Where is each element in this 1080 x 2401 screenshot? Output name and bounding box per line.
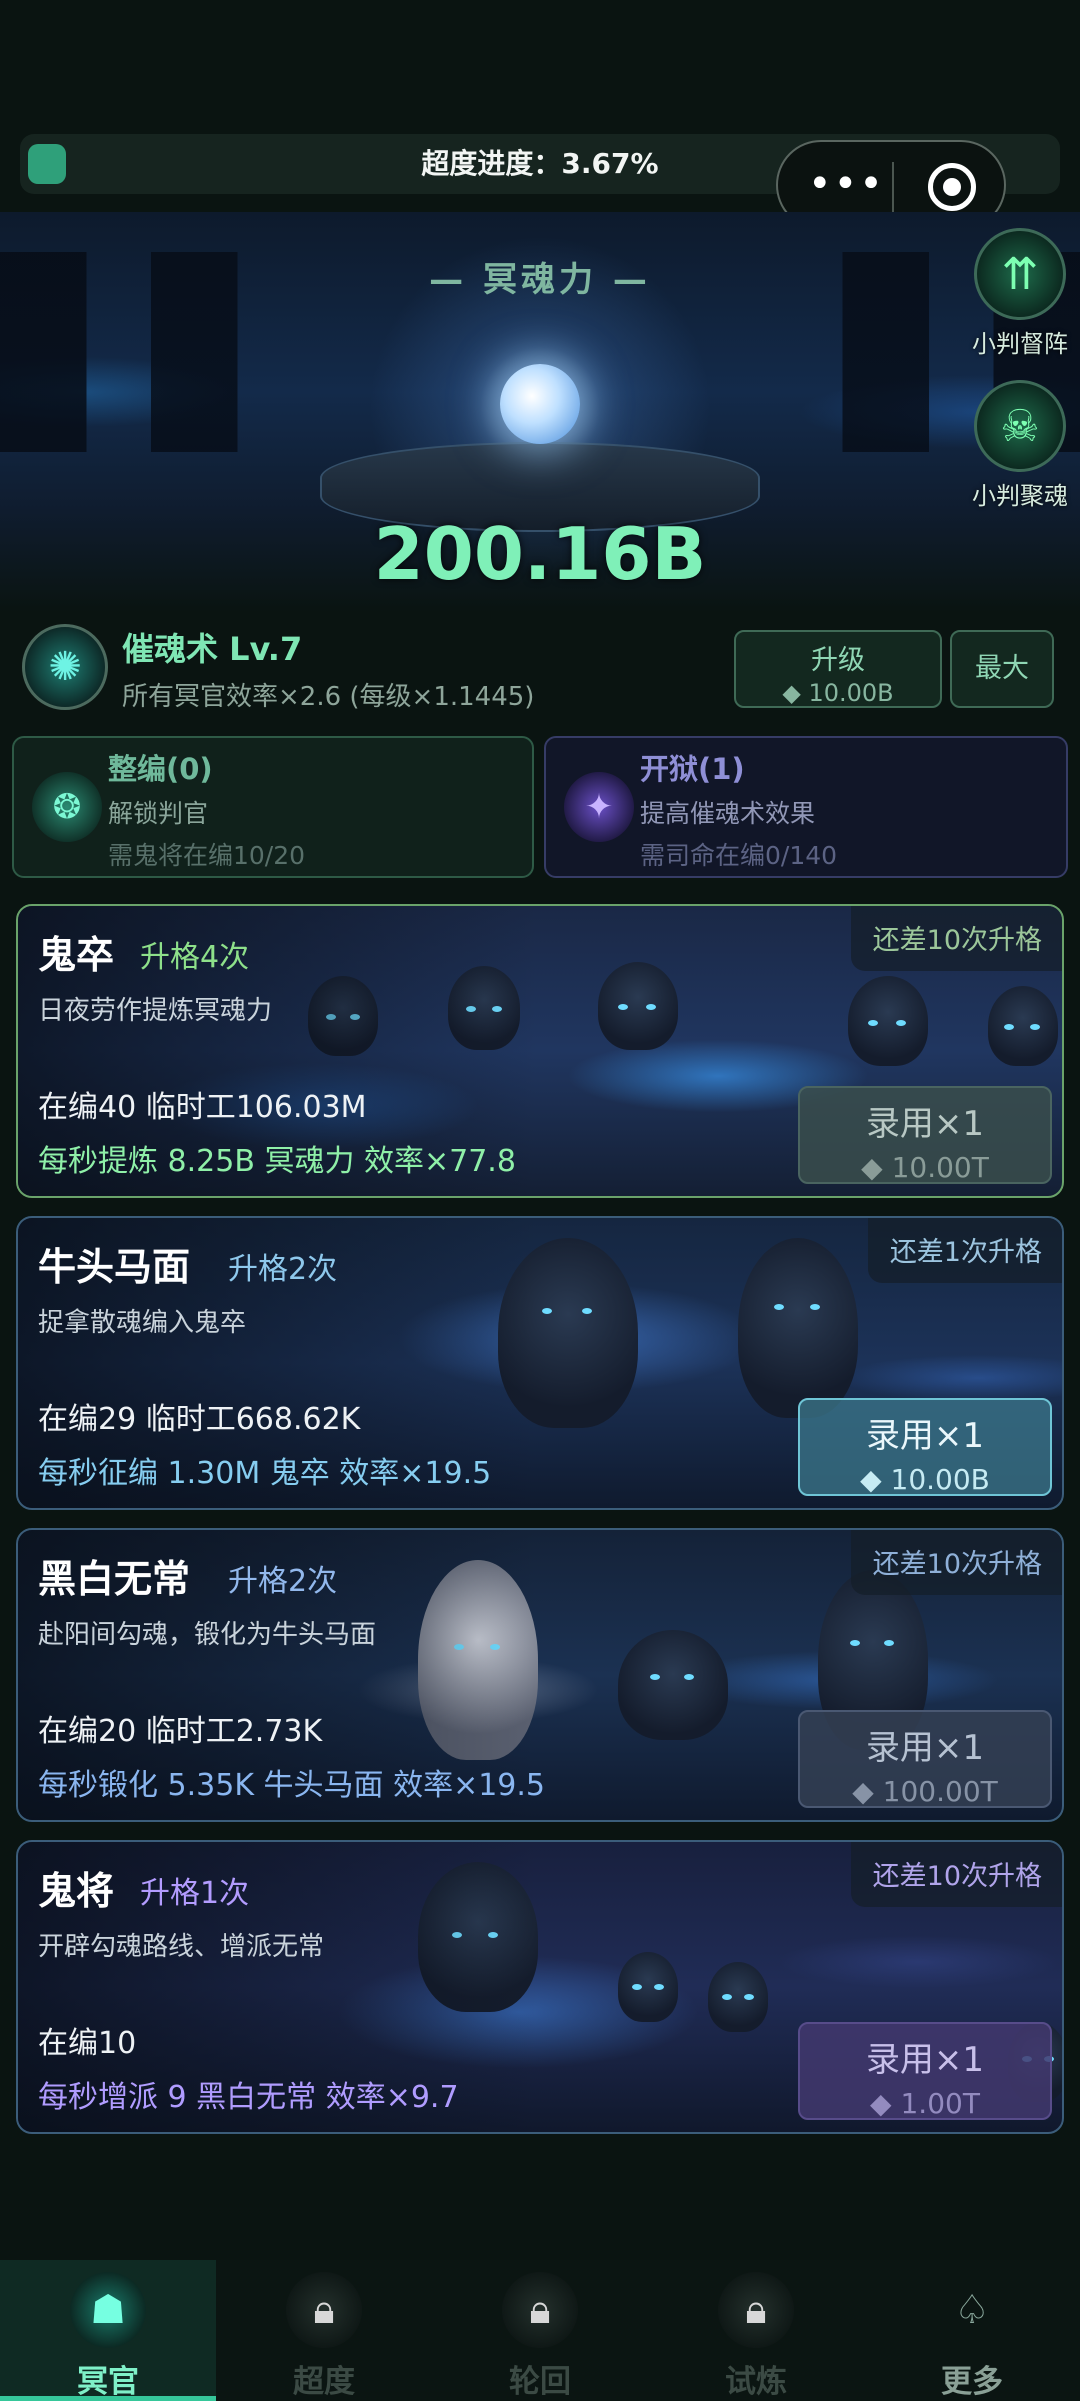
- unit-card-ghost-general: 鬼将 升格1次 还差10次升格 开辟勾魂路线、增派无常 在编10 每秒增派 9 …: [16, 1840, 1064, 2134]
- record-icon[interactable]: [928, 163, 976, 211]
- unit-card-black-white: 黑白无常 升格2次 还差10次升格 赴阳间勾魂，锻化为牛头马面 在编20 临时工…: [16, 1528, 1064, 1822]
- unit-rank: 升格1次: [140, 1876, 250, 1911]
- capsule-divider: [892, 162, 894, 212]
- skill-icon: ✺: [22, 624, 108, 710]
- nav-tab-salvation[interactable]: 🔒︎ 超度: [216, 2260, 432, 2401]
- unit-count: 在编29 临时工668.62K: [38, 1402, 361, 1437]
- nav-label: 更多: [941, 2364, 1003, 2400]
- hire-button[interactable]: 录用×1 ◆ 100.00T: [798, 1710, 1052, 1808]
- unit-upgrade-need: 还差1次升格: [867, 1218, 1062, 1283]
- hero-banner: — 冥魂力 — 200.16B: [0, 212, 1080, 612]
- unit-upgrade-need: 还差10次升格: [850, 906, 1062, 971]
- side-button-label: 小判督阵: [972, 330, 1068, 358]
- unit-count: 在编20 临时工2.73K: [38, 1714, 323, 1749]
- ghost-figure: [598, 962, 678, 1050]
- ghost-figure: [708, 1962, 768, 2032]
- lock-icon: 🔒︎: [286, 2272, 362, 2348]
- nav-tab-reincarnation[interactable]: 🔒︎ 轮回: [432, 2260, 648, 2401]
- panel-title: 整编(0): [108, 752, 213, 786]
- skull-icon: ☠: [974, 380, 1066, 472]
- unit-name: 牛头马面: [38, 1245, 191, 1289]
- unit-description: 开辟勾魂路线、增派无常: [38, 1932, 325, 1962]
- upgrade-cost: ◆ 10.00B: [782, 679, 894, 707]
- hire-label: 录用×1: [865, 1104, 985, 1144]
- beast-figure: [618, 1630, 728, 1740]
- unit-rank: 升格2次: [228, 1252, 338, 1287]
- ghost-figure: [618, 1952, 678, 2022]
- horse-face-figure: [738, 1238, 858, 1418]
- skill-max-button[interactable]: 最大: [950, 630, 1054, 708]
- panel-line1: 提高催魂术效果: [640, 799, 816, 828]
- prison-icon: ✦: [564, 772, 634, 842]
- unit-name: 黑白无常: [38, 1557, 191, 1601]
- hire-button[interactable]: 录用×1 ◆ 10.00T: [798, 1086, 1052, 1184]
- unit-production: 每秒提炼 8.25B 冥魂力 效率×77.8: [38, 1144, 516, 1179]
- unit-upgrade-need: 还差10次升格: [850, 1530, 1062, 1595]
- nav-label: 冥官: [77, 2364, 139, 2400]
- unit-rank: 升格2次: [228, 1564, 338, 1599]
- resource-title: — 冥魂力 —: [429, 260, 651, 300]
- panel-title: 开狱(1): [640, 752, 745, 786]
- unit-card-ghost-soldier: 鬼卒 升格4次 还差10次升格 日夜劳作提炼冥魂力 在编40 临时工106.03…: [16, 904, 1064, 1198]
- side-button-gather[interactable]: ☠ 小判聚魂: [970, 380, 1070, 511]
- resource-value: 200.16B: [373, 512, 707, 596]
- unit-description: 赴阳间勾魂，锻化为牛头马面: [38, 1620, 377, 1650]
- panel-open-prison[interactable]: ✦ 开狱(1) 提高催魂术效果 需司命在编0/140: [544, 736, 1068, 878]
- more-dots-icon[interactable]: •••: [808, 164, 885, 204]
- hire-button[interactable]: 录用×1 ◆ 10.00B: [798, 1398, 1052, 1496]
- nav-tab-trial[interactable]: 🔒︎ 试炼: [648, 2260, 864, 2401]
- skill-name: 催魂术 Lv.7: [122, 630, 303, 668]
- side-button-label: 小判聚魂: [972, 482, 1068, 510]
- nav-label: 轮回: [509, 2364, 571, 2400]
- nav-tab-officials[interactable]: ☗ 冥官: [0, 2260, 216, 2401]
- panel-line2: 需鬼将在编10/20: [108, 841, 306, 870]
- panel-line2: 需司命在编0/140: [640, 841, 838, 870]
- hire-cost: ◆ 100.00T: [852, 1775, 998, 1808]
- unit-count: 在编40 临时工106.03M: [38, 1090, 367, 1125]
- hire-cost: ◆ 10.00T: [861, 1151, 989, 1184]
- hire-cost: ◆ 1.00T: [870, 2087, 980, 2120]
- lock-icon: 🔒︎: [718, 2272, 794, 2348]
- unit-rank: 升格4次: [140, 940, 250, 975]
- reorganize-icon: ❂: [32, 772, 102, 842]
- panel-line1: 解锁判官: [108, 799, 209, 828]
- unit-name: 鬼将: [38, 1869, 115, 1913]
- hire-label: 录用×1: [865, 1416, 985, 1456]
- nav-label: 试炼: [725, 2364, 787, 2400]
- unit-upgrade-need: 还差10次升格: [850, 1842, 1062, 1907]
- unit-description: 捉拿散魂编入鬼卒: [38, 1308, 247, 1338]
- ghost-mask-icon: ☗: [70, 2272, 146, 2348]
- hire-cost: ◆ 10.00B: [860, 1463, 990, 1496]
- hire-label: 录用×1: [865, 2040, 985, 2080]
- lock-icon: 🔒︎: [502, 2272, 578, 2348]
- bottom-nav: ☗ 冥官 🔒︎ 超度 🔒︎ 轮回 🔒︎ 试炼 ♤ 更多: [0, 2260, 1080, 2401]
- unit-count: 在编10: [38, 2026, 137, 2061]
- soul-orb[interactable]: [500, 364, 580, 444]
- unit-card-ox-horse: 牛头马面 升格2次 还差1次升格 捉拿散魂编入鬼卒 在编29 临时工668.62…: [16, 1216, 1064, 1510]
- unit-production: 每秒锻化 5.35K 牛头马面 效率×19.5: [38, 1768, 546, 1803]
- hire-button[interactable]: 录用×1 ◆ 1.00T: [798, 2022, 1052, 2120]
- nav-tab-more[interactable]: ♤ 更多: [864, 2260, 1080, 2401]
- unit-production: 每秒征编 1.30M 鬼卒 效率×19.5: [38, 1456, 492, 1491]
- skill-description: 所有冥官效率×2.6 (每级×1.1445): [122, 682, 535, 712]
- spade-icon: ♤: [954, 2287, 990, 2333]
- unit-production: 每秒增派 9 黑白无常 效率×9.7: [38, 2080, 459, 2115]
- hire-label: 录用×1: [865, 1728, 985, 1768]
- ghost-figure: [988, 986, 1058, 1066]
- skill-upgrade-button[interactable]: 升级 ◆ 10.00B: [734, 630, 942, 708]
- nav-label: 超度: [293, 2364, 355, 2400]
- ghost-figure: [848, 976, 928, 1066]
- arrows-up-icon: ⇈: [974, 228, 1066, 320]
- unit-name: 鬼卒: [38, 933, 115, 977]
- side-button-supervise[interactable]: ⇈ 小判督阵: [970, 228, 1070, 359]
- panel-reorganize[interactable]: ❂ 整编(0) 解锁判官 需鬼将在编10/20: [12, 736, 534, 878]
- unit-description: 日夜劳作提炼冥魂力: [38, 996, 273, 1026]
- upgrade-label: 升级: [811, 645, 865, 676]
